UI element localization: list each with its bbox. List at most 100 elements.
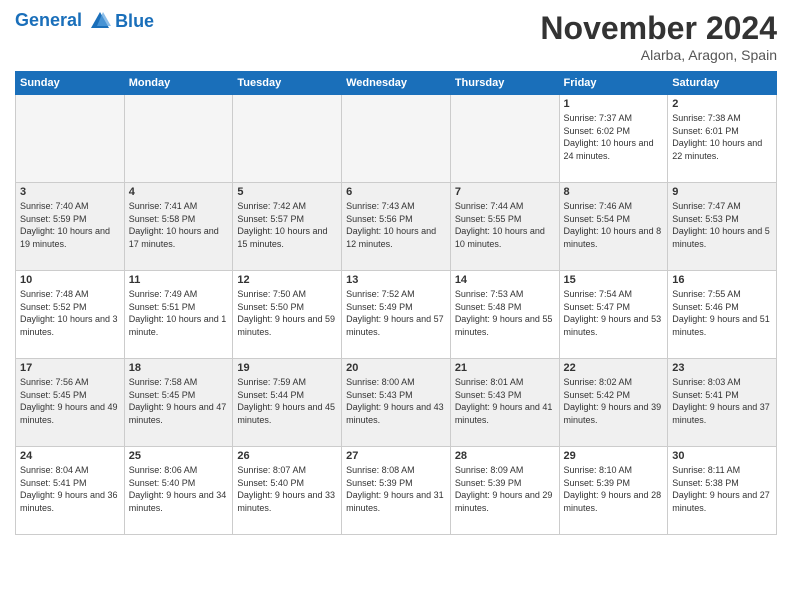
day-number: 8 [564,186,664,198]
calendar-cell: 11 Sunrise: 7:49 AM Sunset: 5:51 PM Dayli… [124,271,233,359]
day-info: Sunrise: 7:42 AM Sunset: 5:57 PM Dayligh… [237,200,337,250]
day-info: Sunrise: 8:00 AM Sunset: 5:43 PM Dayligh… [346,376,446,426]
day-info: Sunrise: 7:53 AM Sunset: 5:48 PM Dayligh… [455,288,555,338]
day-info: Sunrise: 7:59 AM Sunset: 5:44 PM Dayligh… [237,376,337,426]
header-tuesday: Tuesday [233,72,342,95]
day-info: Sunrise: 8:07 AM Sunset: 5:40 PM Dayligh… [237,464,337,514]
calendar-cell: 12 Sunrise: 7:50 AM Sunset: 5:50 PM Dayli… [233,271,342,359]
header-sunday: Sunday [16,72,125,95]
day-info: Sunrise: 7:47 AM Sunset: 5:53 PM Dayligh… [672,200,772,250]
header-monday: Monday [124,72,233,95]
calendar-cell [450,95,559,183]
calendar-cell: 27 Sunrise: 8:08 AM Sunset: 5:39 PM Dayli… [342,447,451,535]
calendar-cell: 13 Sunrise: 7:52 AM Sunset: 5:49 PM Dayli… [342,271,451,359]
day-number: 13 [346,274,446,286]
day-info: Sunrise: 8:10 AM Sunset: 5:39 PM Dayligh… [564,464,664,514]
day-number: 26 [237,450,337,462]
header-thursday: Thursday [450,72,559,95]
day-number: 21 [455,362,555,374]
calendar-cell [342,95,451,183]
day-number: 18 [129,362,229,374]
calendar-cell: 9 Sunrise: 7:47 AM Sunset: 5:53 PM Daylig… [668,183,777,271]
calendar-cell: 8 Sunrise: 7:46 AM Sunset: 5:54 PM Daylig… [559,183,668,271]
calendar-cell: 19 Sunrise: 7:59 AM Sunset: 5:44 PM Dayli… [233,359,342,447]
day-info: Sunrise: 8:06 AM Sunset: 5:40 PM Dayligh… [129,464,229,514]
day-info: Sunrise: 7:56 AM Sunset: 5:45 PM Dayligh… [20,376,120,426]
day-info: Sunrise: 7:40 AM Sunset: 5:59 PM Dayligh… [20,200,120,250]
day-info: Sunrise: 7:52 AM Sunset: 5:49 PM Dayligh… [346,288,446,338]
calendar-cell: 1 Sunrise: 7:37 AM Sunset: 6:02 PM Daylig… [559,95,668,183]
calendar-cell: 18 Sunrise: 7:58 AM Sunset: 5:45 PM Dayli… [124,359,233,447]
day-number: 5 [237,186,337,198]
calendar-cell: 21 Sunrise: 8:01 AM Sunset: 5:43 PM Dayli… [450,359,559,447]
day-number: 16 [672,274,772,286]
day-number: 29 [564,450,664,462]
calendar-cell: 14Sunrise: 7:53 AM Sunset: 5:48 PM Dayli… [450,271,559,359]
calendar-cell: 10Sunrise: 7:48 AM Sunset: 5:52 PM Dayli… [16,271,125,359]
main-container: General Blue November 2024 Alarba, Arago… [0,0,792,545]
month-title: November 2024 [540,10,777,47]
day-number: 1 [564,98,664,110]
day-number: 19 [237,362,337,374]
day-info: Sunrise: 7:54 AM Sunset: 5:47 PM Dayligh… [564,288,664,338]
week-row-2: 3Sunrise: 7:40 AM Sunset: 5:59 PM Daylig… [16,183,777,271]
day-info: Sunrise: 7:38 AM Sunset: 6:01 PM Dayligh… [672,112,772,162]
calendar-cell: 24Sunrise: 8:04 AM Sunset: 5:41 PM Dayli… [16,447,125,535]
day-number: 22 [564,362,664,374]
day-number: 11 [129,274,229,286]
day-number: 15 [564,274,664,286]
day-info: Sunrise: 7:37 AM Sunset: 6:02 PM Dayligh… [564,112,664,162]
week-row-5: 24Sunrise: 8:04 AM Sunset: 5:41 PM Dayli… [16,447,777,535]
day-number: 17 [20,362,120,374]
day-number: 24 [20,450,120,462]
weekday-header-row: Sunday Monday Tuesday Wednesday Thursday… [16,72,777,95]
day-number: 30 [672,450,772,462]
calendar-cell: 15 Sunrise: 7:54 AM Sunset: 5:47 PM Dayli… [559,271,668,359]
day-info: Sunrise: 7:58 AM Sunset: 5:45 PM Dayligh… [129,376,229,426]
day-info: Sunrise: 8:03 AM Sunset: 5:41 PM Dayligh… [672,376,772,426]
calendar-cell: 30Sunrise: 8:11 AM Sunset: 5:38 PM Dayli… [668,447,777,535]
day-info: Sunrise: 8:09 AM Sunset: 5:39 PM Dayligh… [455,464,555,514]
day-info: Sunrise: 7:46 AM Sunset: 5:54 PM Dayligh… [564,200,664,250]
day-info: Sunrise: 7:49 AM Sunset: 5:51 PM Dayligh… [129,288,229,338]
calendar-cell: 20 Sunrise: 8:00 AM Sunset: 5:43 PM Dayli… [342,359,451,447]
day-number: 27 [346,450,446,462]
header: General Blue November 2024 Alarba, Arago… [15,10,777,63]
day-number: 9 [672,186,772,198]
day-number: 23 [672,362,772,374]
calendar-cell: 5 Sunrise: 7:42 AM Sunset: 5:57 PM Daylig… [233,183,342,271]
day-info: Sunrise: 8:01 AM Sunset: 5:43 PM Dayligh… [455,376,555,426]
calendar-cell: 16 Sunrise: 7:55 AM Sunset: 5:46 PM Dayli… [668,271,777,359]
day-info: Sunrise: 7:43 AM Sunset: 5:56 PM Dayligh… [346,200,446,250]
calendar-cell: 17 Sunrise: 7:56 AM Sunset: 5:45 PM Dayli… [16,359,125,447]
calendar-cell: 25 Sunrise: 8:06 AM Sunset: 5:40 PM Dayli… [124,447,233,535]
calendar-cell: 2 Sunrise: 7:38 AM Sunset: 6:01 PM Daylig… [668,95,777,183]
calendar-cell: 3Sunrise: 7:40 AM Sunset: 5:59 PM Daylig… [16,183,125,271]
day-info: Sunrise: 7:44 AM Sunset: 5:55 PM Dayligh… [455,200,555,250]
calendar-table: Sunday Monday Tuesday Wednesday Thursday… [15,71,777,535]
day-number: 25 [129,450,229,462]
day-info: Sunrise: 8:08 AM Sunset: 5:39 PM Dayligh… [346,464,446,514]
day-info: Sunrise: 7:50 AM Sunset: 5:50 PM Dayligh… [237,288,337,338]
calendar-cell [233,95,342,183]
header-saturday: Saturday [668,72,777,95]
day-number: 12 [237,274,337,286]
day-number: 20 [346,362,446,374]
week-row-4: 17 Sunrise: 7:56 AM Sunset: 5:45 PM Dayli… [16,359,777,447]
calendar-cell [124,95,233,183]
day-number: 28 [455,450,555,462]
week-row-1: 1 Sunrise: 7:37 AM Sunset: 6:02 PM Daylig… [16,95,777,183]
calendar-cell: 29 Sunrise: 8:10 AM Sunset: 5:39 PM Dayli… [559,447,668,535]
day-number: 2 [672,98,772,110]
day-info: Sunrise: 7:48 AM Sunset: 5:52 PM Dayligh… [20,288,120,338]
header-wednesday: Wednesday [342,72,451,95]
header-friday: Friday [559,72,668,95]
calendar-cell [16,95,125,183]
day-info: Sunrise: 7:55 AM Sunset: 5:46 PM Dayligh… [672,288,772,338]
logo-icon [89,10,111,32]
calendar-cell: 6Sunrise: 7:43 AM Sunset: 5:56 PM Daylig… [342,183,451,271]
day-number: 4 [129,186,229,198]
location: Alarba, Aragon, Spain [540,47,777,63]
day-info: Sunrise: 8:02 AM Sunset: 5:42 PM Dayligh… [564,376,664,426]
calendar-cell: 22 Sunrise: 8:02 AM Sunset: 5:42 PM Dayli… [559,359,668,447]
